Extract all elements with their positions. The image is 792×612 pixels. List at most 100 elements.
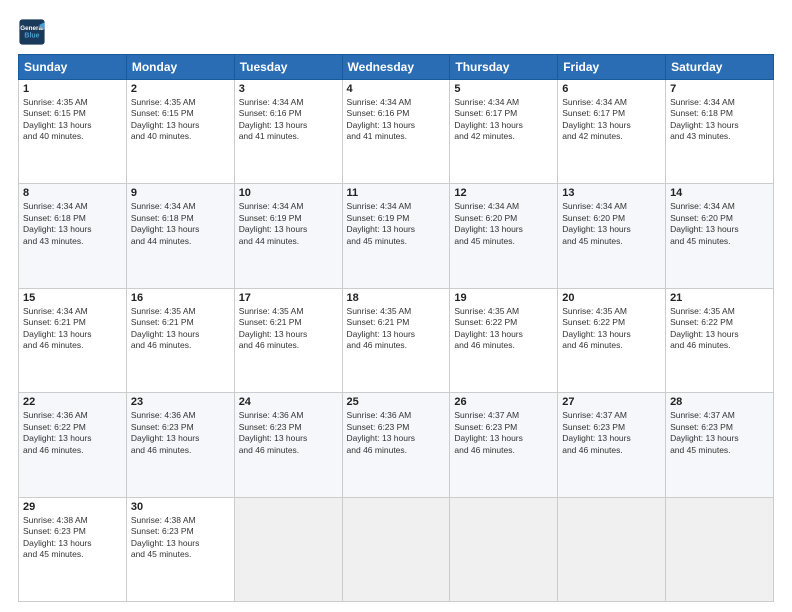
- cell-info: Sunrise: 4:37 AM Sunset: 6:23 PM Dayligh…: [454, 410, 553, 456]
- col-tuesday: Tuesday: [234, 55, 342, 80]
- day-number: 21: [670, 292, 769, 304]
- cell-info: Sunrise: 4:34 AM Sunset: 6:16 PM Dayligh…: [239, 97, 338, 143]
- day-number: 6: [562, 83, 661, 95]
- day-number: 17: [239, 292, 338, 304]
- cell-info: Sunrise: 4:34 AM Sunset: 6:18 PM Dayligh…: [23, 201, 122, 247]
- cell-info: Sunrise: 4:35 AM Sunset: 6:22 PM Dayligh…: [670, 306, 769, 352]
- table-row: 21 Sunrise: 4:35 AM Sunset: 6:22 PM Dayli…: [666, 288, 774, 392]
- header: General Blue: [18, 18, 774, 46]
- day-number: 14: [670, 187, 769, 199]
- table-row: [234, 497, 342, 601]
- day-number: 22: [23, 396, 122, 408]
- day-number: 24: [239, 396, 338, 408]
- cell-info: Sunrise: 4:34 AM Sunset: 6:21 PM Dayligh…: [23, 306, 122, 352]
- day-number: 23: [131, 396, 230, 408]
- logo: General Blue: [18, 18, 50, 46]
- day-number: 20: [562, 292, 661, 304]
- day-number: 19: [454, 292, 553, 304]
- cell-info: Sunrise: 4:35 AM Sunset: 6:21 PM Dayligh…: [131, 306, 230, 352]
- col-saturday: Saturday: [666, 55, 774, 80]
- day-number: 11: [347, 187, 446, 199]
- table-row: 6 Sunrise: 4:34 AM Sunset: 6:17 PM Daylig…: [558, 80, 666, 184]
- table-row: 18 Sunrise: 4:35 AM Sunset: 6:21 PM Dayli…: [342, 288, 450, 392]
- col-monday: Monday: [126, 55, 234, 80]
- svg-text:Blue: Blue: [24, 33, 39, 40]
- table-row: [558, 497, 666, 601]
- day-number: 25: [347, 396, 446, 408]
- table-row: 3 Sunrise: 4:34 AM Sunset: 6:16 PM Daylig…: [234, 80, 342, 184]
- cell-info: Sunrise: 4:35 AM Sunset: 6:22 PM Dayligh…: [562, 306, 661, 352]
- cell-info: Sunrise: 4:34 AM Sunset: 6:17 PM Dayligh…: [454, 97, 553, 143]
- day-number: 1: [23, 83, 122, 95]
- cell-info: Sunrise: 4:34 AM Sunset: 6:20 PM Dayligh…: [454, 201, 553, 247]
- cell-info: Sunrise: 4:34 AM Sunset: 6:17 PM Dayligh…: [562, 97, 661, 143]
- day-number: 16: [131, 292, 230, 304]
- table-row: 9Sunrise: 4:34 AM Sunset: 6:18 PM Daylig…: [126, 184, 234, 288]
- day-number: 3: [239, 83, 338, 95]
- day-number: 12: [454, 187, 553, 199]
- table-row: 2 Sunrise: 4:35 AM Sunset: 6:15 PM Daylig…: [126, 80, 234, 184]
- cell-info: Sunrise: 4:34 AM Sunset: 6:18 PM Dayligh…: [131, 201, 230, 247]
- day-number: 5: [454, 83, 553, 95]
- day-number: 8: [23, 187, 122, 199]
- table-row: 20 Sunrise: 4:35 AM Sunset: 6:22 PM Dayli…: [558, 288, 666, 392]
- cell-info: Sunrise: 4:35 AM Sunset: 6:21 PM Dayligh…: [347, 306, 446, 352]
- calendar-week-row: 15 Sunrise: 4:34 AM Sunset: 6:21 PM Dayli…: [19, 288, 774, 392]
- table-row: 27 Sunrise: 4:37 AM Sunset: 6:23 PM Dayli…: [558, 393, 666, 497]
- cell-info: Sunrise: 4:35 AM Sunset: 6:21 PM Dayligh…: [239, 306, 338, 352]
- table-row: 23 Sunrise: 4:36 AM Sunset: 6:23 PM Dayli…: [126, 393, 234, 497]
- calendar-week-row: 8 Sunrise: 4:34 AM Sunset: 6:18 PM Daylig…: [19, 184, 774, 288]
- day-number: 10: [239, 187, 338, 199]
- cell-info: Sunrise: 4:34 AM Sunset: 6:20 PM Dayligh…: [562, 201, 661, 247]
- table-row: 24 Sunrise: 4:36 AM Sunset: 6:23 PM Dayli…: [234, 393, 342, 497]
- cell-info: Sunrise: 4:38 AM Sunset: 6:23 PM Dayligh…: [131, 515, 230, 561]
- table-row: 11Sunrise: 4:34 AM Sunset: 6:19 PM Dayli…: [342, 184, 450, 288]
- cell-info: Sunrise: 4:35 AM Sunset: 6:15 PM Dayligh…: [23, 97, 122, 143]
- day-number: 7: [670, 83, 769, 95]
- col-wednesday: Wednesday: [342, 55, 450, 80]
- cell-info: Sunrise: 4:35 AM Sunset: 6:15 PM Dayligh…: [131, 97, 230, 143]
- day-number: 30: [131, 501, 230, 513]
- table-row: 29 Sunrise: 4:38 AM Sunset: 6:23 PM Dayli…: [19, 497, 127, 601]
- table-row: 8 Sunrise: 4:34 AM Sunset: 6:18 PM Daylig…: [19, 184, 127, 288]
- table-row: 28Sunrise: 4:37 AM Sunset: 6:23 PM Dayli…: [666, 393, 774, 497]
- page: General Blue Sunday Monday Tuesday Wedne…: [0, 0, 792, 612]
- col-friday: Friday: [558, 55, 666, 80]
- table-row: 25 Sunrise: 4:36 AM Sunset: 6:23 PM Dayli…: [342, 393, 450, 497]
- table-row: 10Sunrise: 4:34 AM Sunset: 6:19 PM Dayli…: [234, 184, 342, 288]
- day-number: 29: [23, 501, 122, 513]
- table-row: 14Sunrise: 4:34 AM Sunset: 6:20 PM Dayli…: [666, 184, 774, 288]
- table-row: 12 Sunrise: 4:34 AM Sunset: 6:20 PM Dayli…: [450, 184, 558, 288]
- cell-info: Sunrise: 4:37 AM Sunset: 6:23 PM Dayligh…: [562, 410, 661, 456]
- table-row: 7 Sunrise: 4:34 AM Sunset: 6:18 PM Daylig…: [666, 80, 774, 184]
- cell-info: Sunrise: 4:38 AM Sunset: 6:23 PM Dayligh…: [23, 515, 122, 561]
- table-row: 30 Sunrise: 4:38 AM Sunset: 6:23 PM Dayli…: [126, 497, 234, 601]
- table-row: 22 Sunrise: 4:36 AM Sunset: 6:22 PM Dayli…: [19, 393, 127, 497]
- table-row: [666, 497, 774, 601]
- day-number: 28: [670, 396, 769, 408]
- day-number: 26: [454, 396, 553, 408]
- table-row: 15 Sunrise: 4:34 AM Sunset: 6:21 PM Dayli…: [19, 288, 127, 392]
- cell-info: Sunrise: 4:36 AM Sunset: 6:23 PM Dayligh…: [131, 410, 230, 456]
- table-row: 4 Sunrise: 4:34 AM Sunset: 6:16 PM Daylig…: [342, 80, 450, 184]
- calendar-week-row: 1 Sunrise: 4:35 AM Sunset: 6:15 PM Daylig…: [19, 80, 774, 184]
- cell-info: Sunrise: 4:34 AM Sunset: 6:18 PM Dayligh…: [670, 97, 769, 143]
- calendar-week-row: 22 Sunrise: 4:36 AM Sunset: 6:22 PM Dayli…: [19, 393, 774, 497]
- calendar-week-row: 29 Sunrise: 4:38 AM Sunset: 6:23 PM Dayli…: [19, 497, 774, 601]
- table-row: [342, 497, 450, 601]
- table-row: 17 Sunrise: 4:35 AM Sunset: 6:21 PM Dayli…: [234, 288, 342, 392]
- day-number: 27: [562, 396, 661, 408]
- table-row: 26 Sunrise: 4:37 AM Sunset: 6:23 PM Dayli…: [450, 393, 558, 497]
- day-number: 2: [131, 83, 230, 95]
- cell-info: Sunrise: 4:34 AM Sunset: 6:16 PM Dayligh…: [347, 97, 446, 143]
- table-row: 16 Sunrise: 4:35 AM Sunset: 6:21 PM Dayli…: [126, 288, 234, 392]
- cell-info: Sunrise: 4:36 AM Sunset: 6:22 PM Dayligh…: [23, 410, 122, 456]
- table-row: 19Sunrise: 4:35 AM Sunset: 6:22 PM Dayli…: [450, 288, 558, 392]
- table-row: 5 Sunrise: 4:34 AM Sunset: 6:17 PM Daylig…: [450, 80, 558, 184]
- col-sunday: Sunday: [19, 55, 127, 80]
- cell-info: Sunrise: 4:36 AM Sunset: 6:23 PM Dayligh…: [347, 410, 446, 456]
- day-number: 18: [347, 292, 446, 304]
- day-number: 4: [347, 83, 446, 95]
- day-number: 15: [23, 292, 122, 304]
- cell-info: Sunrise: 4:36 AM Sunset: 6:23 PM Dayligh…: [239, 410, 338, 456]
